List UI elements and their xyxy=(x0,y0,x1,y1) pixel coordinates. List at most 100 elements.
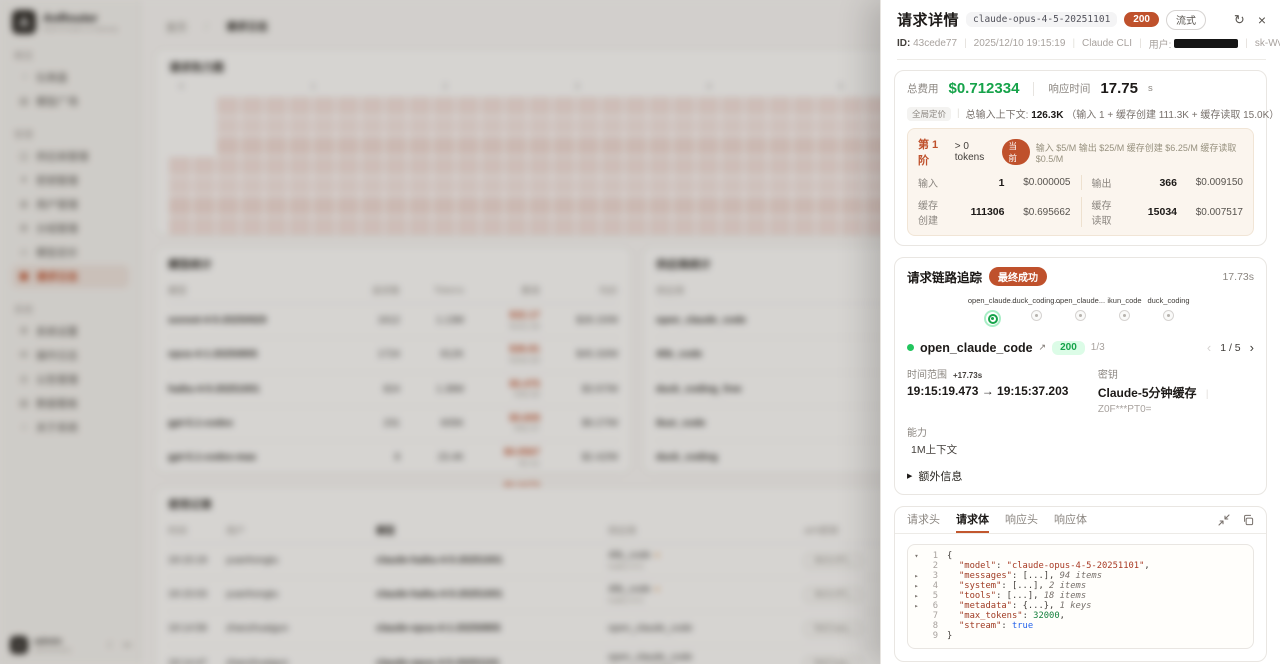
token-stat: 缓存读取15034$0.007517 xyxy=(1081,197,1244,227)
code-content: "stream": true xyxy=(938,621,1033,631)
api-key-masked: sk-WvzISy4...uwgB xyxy=(1255,38,1280,49)
fold-caret-icon[interactable]: ▾ xyxy=(910,551,923,561)
trace-node[interactable]: open_claude... xyxy=(973,296,1013,327)
payload-tabs: 请求头请求体响应头响应体 xyxy=(895,507,1266,534)
pricing-scope-chip: 全局定价 xyxy=(907,107,951,121)
line-number: 5 xyxy=(923,591,938,601)
key-masked: Z0F***PT0= xyxy=(1098,404,1152,415)
context-detail: （输入 1 + 缓存创建 111.3K + 缓存读取 15.0K） xyxy=(1066,110,1279,121)
line-number: 7 xyxy=(923,611,938,621)
fold-caret-icon[interactable]: ▸ xyxy=(910,581,923,591)
close-icon[interactable]: × xyxy=(1258,13,1266,27)
request-user: 用户: xyxy=(1149,36,1239,51)
drawer-title: 请求详情 xyxy=(897,9,959,30)
code-line: ▸3"messages": [...], 94 items xyxy=(910,571,1245,581)
tier-rates: 输入 $5/M 输出 $25/M 缓存创建 $6.25/M 缓存读取 $0.5/… xyxy=(1036,141,1243,164)
tab-请求体[interactable]: 请求体 xyxy=(956,507,989,533)
attempt-count: 1/3 xyxy=(1091,342,1105,353)
trace-duration: 17.73s xyxy=(1222,271,1254,283)
cost-summary-card: 总费用 $0.712334 响应时间 17.75 s 全局定价 | 总输入上下文… xyxy=(894,70,1267,246)
response-time-unit: s xyxy=(1148,83,1153,94)
context-summary: 总输入上下文: 126.3K （输入 1 + 缓存创建 111.3K + 缓存读… xyxy=(966,106,1280,121)
request-meta-row: ID: 43cede77 | 2025/12/10 19:15:19 | Cla… xyxy=(897,36,1266,51)
line-number: 4 xyxy=(923,581,938,591)
key-field: 密钥 Claude-5分钟缓存 | Z0F***PT0= xyxy=(1098,366,1254,415)
token-stat-label: 输入 xyxy=(918,175,943,190)
cost-label: 总费用 xyxy=(907,81,939,96)
code-content: { xyxy=(938,551,952,561)
request-detail-drawer: 请求详情 claude-opus-4-5-20251101 200 流式 ↻ ×… xyxy=(880,0,1280,664)
status-code-badge: 200 xyxy=(1124,12,1159,27)
pricing-tier-box: 第 1 阶 > 0 tokens 当前 输入 $5/M 输出 $25/M 缓存创… xyxy=(907,128,1254,236)
code-line: ▾1{ xyxy=(910,551,1245,561)
trace-timeline: open_claude...duck_coding...open_claude.… xyxy=(907,296,1254,327)
token-stat-price: $0.695662 xyxy=(1005,207,1071,218)
fold-caret-icon[interactable]: ▸ xyxy=(910,571,923,581)
request-time: 2025/12/10 19:15:19 xyxy=(974,38,1066,49)
line-number: 3 xyxy=(923,571,938,581)
code-line: ▸5"tools": [...], 18 items xyxy=(910,591,1245,601)
collapse-icon[interactable] xyxy=(1218,514,1230,526)
json-code-viewer[interactable]: ▾1{2"model": "claude-opus-4-5-20251101",… xyxy=(907,544,1254,649)
client-name: Claude CLI xyxy=(1082,38,1132,49)
code-line: 2"model": "claude-opus-4-5-20251101", xyxy=(910,561,1245,571)
line-number: 9 xyxy=(923,631,938,641)
redacted-user xyxy=(1174,39,1238,48)
trace-node-label: open_claude... xyxy=(1056,296,1105,305)
id-label: ID: xyxy=(897,38,910,49)
code-content: "max_tokens": 32000, xyxy=(938,611,1065,621)
token-stat-price: $0.000005 xyxy=(1005,177,1071,188)
token-stat-value: 15034 xyxy=(1115,206,1177,218)
token-stat-label: 缓存创建 xyxy=(918,197,943,227)
code-line: 9} xyxy=(910,631,1245,641)
time-range-field: 时间范围 +17.73s 19:15:19.473 → 19:15:37.203 xyxy=(907,366,1098,415)
refresh-icon[interactable]: ↻ xyxy=(1234,12,1245,28)
extra-info-toggle[interactable]: ▶ 额外信息 xyxy=(907,468,1254,484)
token-stat-label: 输出 xyxy=(1092,175,1116,190)
token-stat-price: $0.009150 xyxy=(1177,177,1243,188)
token-stat-price: $0.007517 xyxy=(1177,207,1243,218)
trace-node-dot xyxy=(1163,310,1174,321)
trace-node[interactable]: duck_coding... xyxy=(1017,296,1057,327)
trace-node-dot xyxy=(1075,310,1086,321)
trace-node[interactable]: ikun_code xyxy=(1105,296,1145,327)
response-time-label: 响应时间 xyxy=(1048,81,1090,96)
code-content: "model": "claude-opus-4-5-20251101", xyxy=(938,561,1150,571)
trace-title: 请求链路追踪 xyxy=(907,267,982,286)
response-time: 17.75 xyxy=(1100,80,1138,97)
copy-icon[interactable] xyxy=(1242,514,1254,526)
model-chip: claude-opus-4-5-20251101 xyxy=(966,12,1117,27)
capability-field: 能力 1M上下文 xyxy=(907,424,1254,457)
code-line: 8"stream": true xyxy=(910,621,1245,631)
trace-node[interactable]: open_claude... xyxy=(1061,296,1101,327)
tier-current-badge: 当前 xyxy=(1002,139,1029,165)
time-range-value: 19:15:19.473 → 19:15:37.203 xyxy=(907,384,1098,398)
tab-响应体[interactable]: 响应体 xyxy=(1054,507,1087,533)
token-stat-value: 366 xyxy=(1115,177,1177,189)
next-page-icon[interactable]: › xyxy=(1250,340,1254,355)
trace-node-label: duck_coding... xyxy=(1012,296,1060,305)
attempt-status-badge: 200 xyxy=(1052,341,1085,355)
stream-badge: 流式 xyxy=(1166,10,1206,30)
provider-status-dot xyxy=(907,344,914,351)
capability-value: 1M上下文 xyxy=(907,442,1254,457)
fold-caret-icon[interactable]: ▸ xyxy=(910,601,923,611)
tab-响应头[interactable]: 响应头 xyxy=(1005,507,1038,533)
selected-provider-name: open_claude_code xyxy=(920,341,1033,355)
line-number: 1 xyxy=(923,551,938,561)
code-line: ▸4"system": [...], 2 items xyxy=(910,581,1245,591)
fold-caret-icon[interactable]: ▸ xyxy=(910,591,923,601)
triangle-right-icon: ▶ xyxy=(907,472,912,480)
total-cost: $0.712334 xyxy=(949,80,1020,97)
trace-node[interactable]: duck_coding xyxy=(1149,296,1189,327)
token-stat: 缓存创建111306$0.695662 xyxy=(918,197,1081,227)
tier-condition: > 0 tokens xyxy=(955,141,997,163)
payload-viewer-card: 请求头请求体响应头响应体 ▾1{2"mode xyxy=(894,506,1267,662)
prev-page-icon[interactable]: ‹ xyxy=(1207,340,1211,355)
tab-请求头[interactable]: 请求头 xyxy=(907,507,940,533)
token-stats-grid: 输入1$0.000005输出366$0.009150缓存创建111306$0.6… xyxy=(918,175,1243,227)
trace-node-label: duck_coding xyxy=(1147,296,1189,305)
code-line: 7"max_tokens": 32000, xyxy=(910,611,1245,621)
trace-node-dot xyxy=(1031,310,1042,321)
external-link-icon[interactable]: ↗ xyxy=(1039,342,1047,353)
